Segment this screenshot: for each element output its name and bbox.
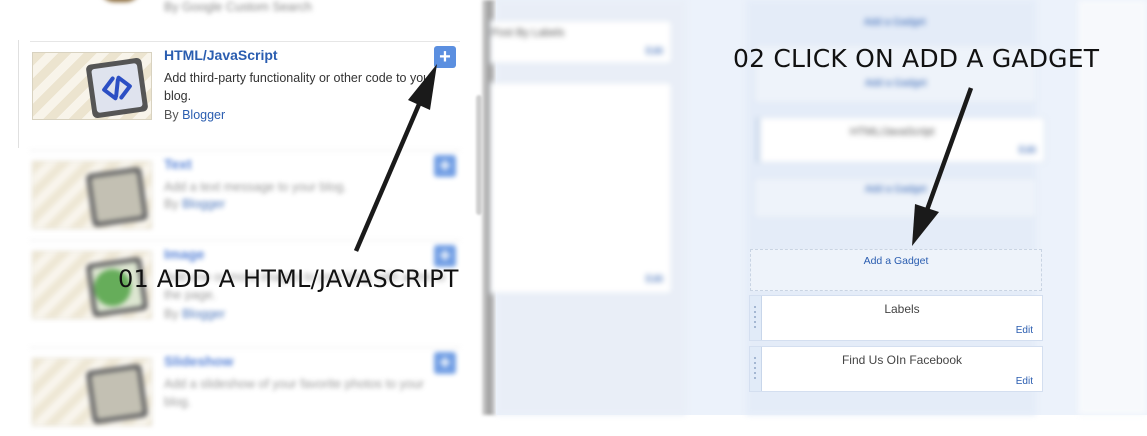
annotation-step-2: 02 CLICK ON ADD A GADGET bbox=[733, 44, 1100, 73]
arrow-to-add-button bbox=[353, 64, 437, 252]
annotation-step-1: 01 ADD A HTML/JAVASCRIPT bbox=[118, 265, 459, 293]
arrow-to-add-gadget bbox=[912, 87, 974, 246]
